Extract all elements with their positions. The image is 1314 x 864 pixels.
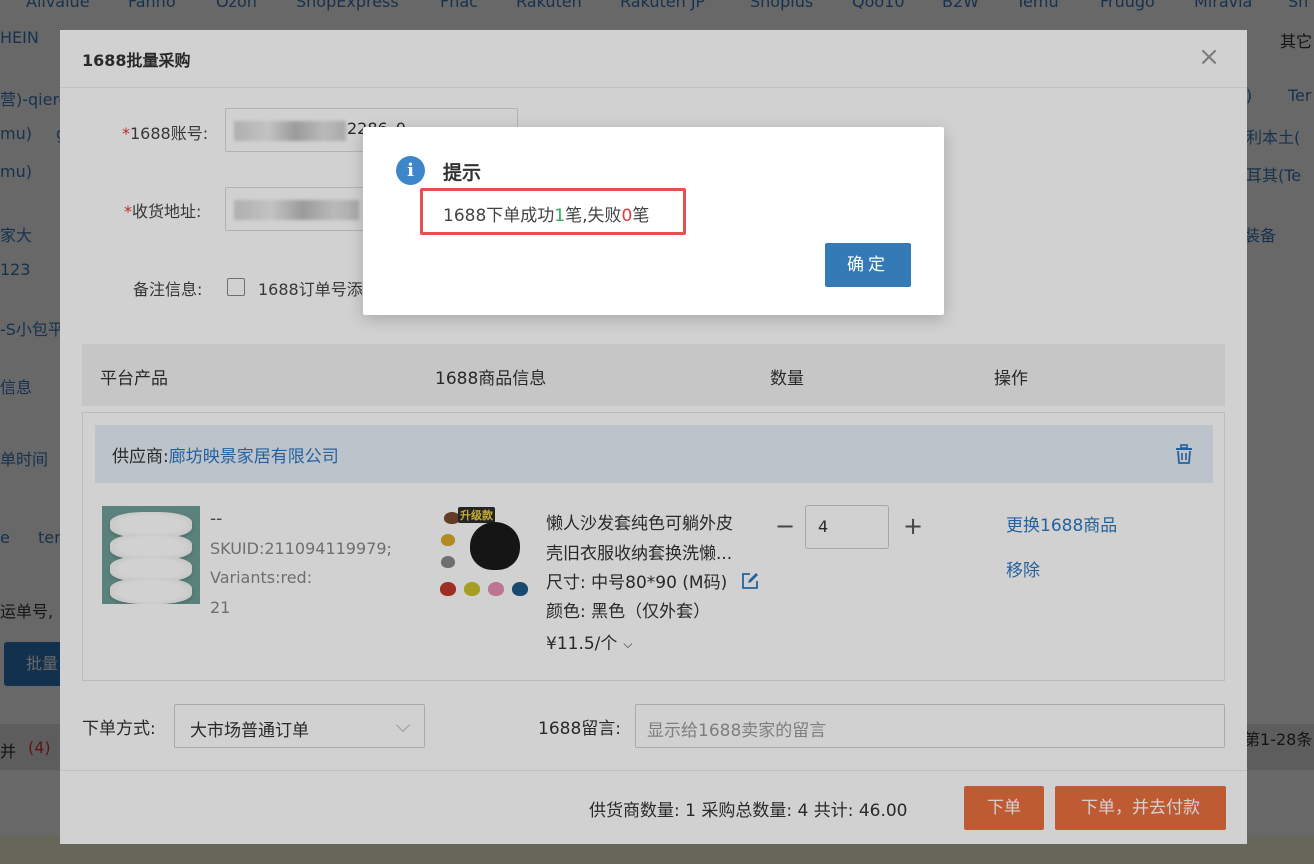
prompt-message-highlight: 1688下单成功1笔,失败0笔 [420,188,686,235]
confirm-button[interactable]: 确定 [825,243,911,287]
prompt-title: 提示 [443,162,482,184]
fail-count: 0 [621,206,633,226]
success-count: 1 [554,206,566,226]
info-icon: i [396,156,425,185]
prompt-dialog: i 提示 1688下单成功1笔,失败0笔 确定 [363,127,944,315]
prompt-message: 1688下单成功1笔,失败0笔 [443,206,650,226]
